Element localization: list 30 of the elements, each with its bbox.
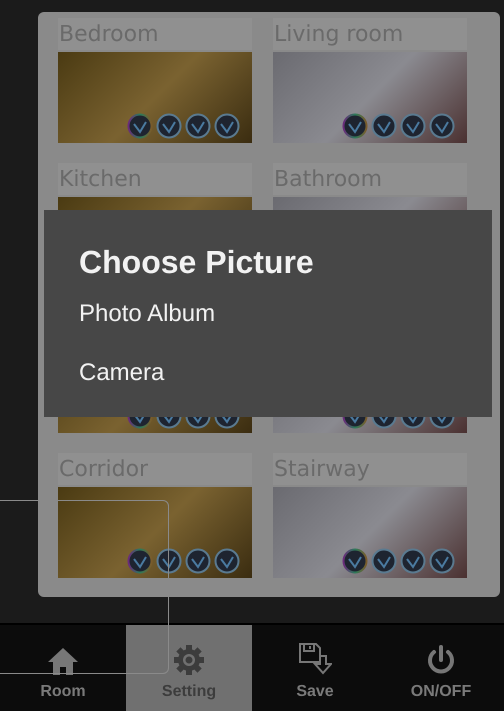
menu-option[interactable]: Photo Album [79,299,492,358]
photo-placeholder[interactable] [273,487,467,578]
bulb-check-icon[interactable] [429,548,455,574]
bulb-check-icon[interactable] [127,548,153,574]
bulb-check-icon[interactable] [156,548,182,574]
bulb-check-icon[interactable] [371,548,397,574]
floppy-arrow-icon [298,642,332,676]
bulb-check-icon[interactable] [185,548,211,574]
bulb-check-icon[interactable] [400,113,426,139]
bulb-check-icon[interactable] [342,113,368,139]
bulb-check-icon[interactable] [342,548,368,574]
bulb-check-icon[interactable] [214,113,240,139]
settings-icon [173,644,205,676]
bulb-check-icon[interactable] [156,113,182,139]
bulb-check-icon[interactable] [371,113,397,139]
power-icon [425,644,457,676]
bulb-check-icon[interactable] [429,113,455,139]
bulb-check-icon[interactable] [127,113,153,139]
dialog-title: Choose Picture [79,244,315,281]
photo-placeholder[interactable] [273,52,467,143]
tab[interactable]: Room [0,625,126,711]
bulb-check-icon[interactable] [185,113,211,139]
bulb-check-icon[interactable] [400,548,426,574]
photo-placeholder[interactable] [58,487,252,578]
tab[interactable]: ON/OFF [378,625,504,711]
menu-option[interactable]: Camera [79,358,492,417]
house-icon [47,646,79,676]
photo-placeholder[interactable] [58,52,252,143]
bulb-check-icon[interactable] [214,548,240,574]
tab[interactable]: Save [252,625,378,711]
